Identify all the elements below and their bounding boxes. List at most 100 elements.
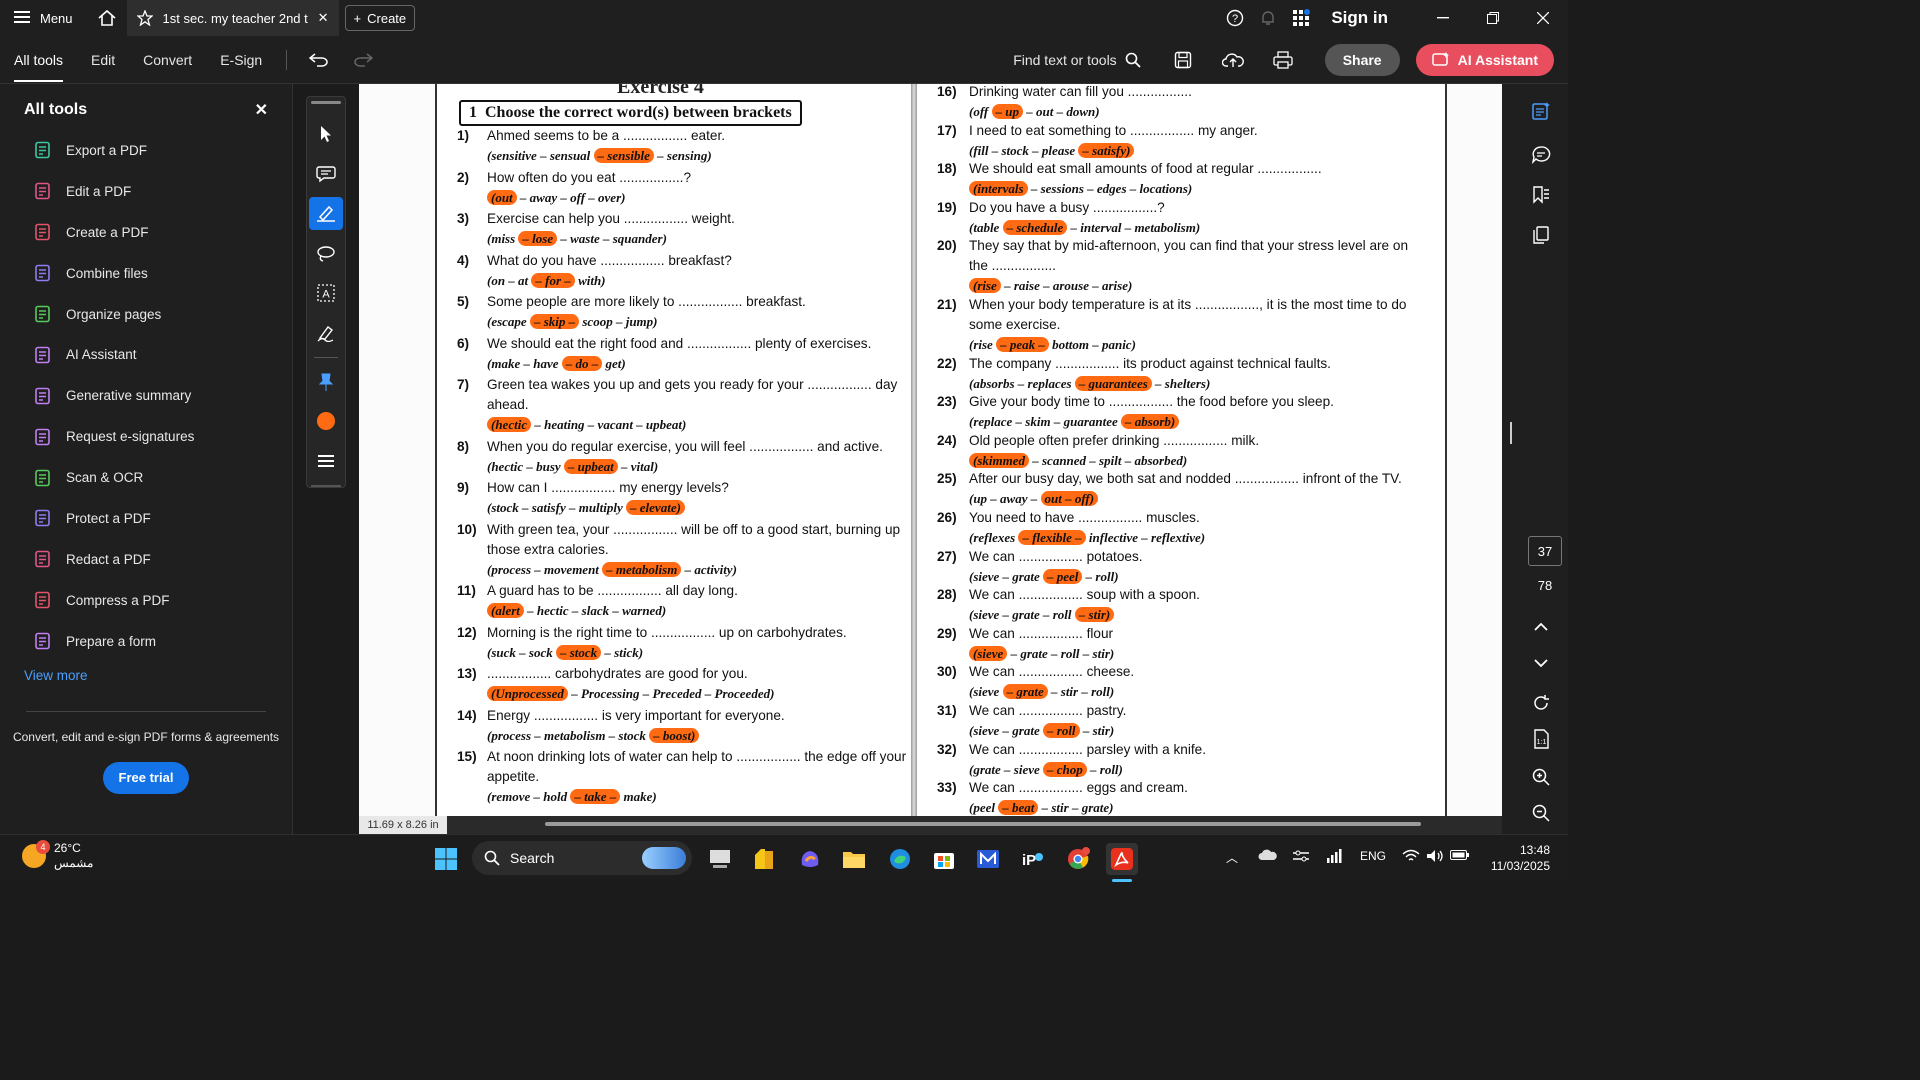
help-icon[interactable]: ? — [1218, 0, 1251, 36]
settings-sliders-icon[interactable] — [1292, 849, 1310, 866]
view-more-link[interactable]: View more — [0, 662, 292, 689]
page-down-icon[interactable] — [1526, 648, 1556, 678]
file-explorer-icon[interactable] — [838, 843, 870, 875]
weather-widget[interactable]: 4 26°C مشمس — [22, 840, 93, 871]
notes-app-icon[interactable] — [748, 843, 780, 875]
upload-cloud-icon[interactable] — [1211, 42, 1255, 78]
question-text-continued: the ................. — [969, 258, 1056, 274]
zoom-in-icon[interactable] — [1526, 762, 1556, 792]
question-text-continued: appetite. — [487, 769, 540, 784]
notification-bell-icon[interactable] — [1251, 0, 1284, 36]
lasso-draw-icon[interactable] — [309, 236, 343, 270]
select-cursor-icon[interactable] — [309, 117, 343, 151]
close-tab-icon[interactable]: ✕ — [318, 10, 329, 26]
menu-button[interactable]: Menu — [0, 0, 87, 36]
fit-page-icon[interactable]: 1:1 — [1526, 724, 1556, 754]
bookmarks-icon[interactable] — [1526, 180, 1556, 210]
undo-icon[interactable] — [297, 42, 341, 78]
toolbar-divider — [286, 49, 288, 70]
minimize-icon[interactable] — [1418, 0, 1468, 36]
remote-app-icon[interactable]: iP — [1016, 843, 1048, 875]
system-clock[interactable]: 13:48 11/03/2025 — [1491, 842, 1550, 874]
tool-item[interactable]: Compress a PDF — [0, 580, 292, 621]
page-spine — [911, 84, 917, 816]
redo-icon[interactable] — [341, 42, 385, 78]
comment-icon[interactable] — [309, 157, 343, 191]
tab-convert[interactable]: Convert — [129, 36, 206, 84]
vertical-scrollbar[interactable] — [1510, 422, 1512, 444]
tool-item[interactable]: AI Assistant — [0, 334, 292, 375]
pages-thumbnails-icon[interactable] — [1526, 220, 1556, 250]
tool-item[interactable]: Export a PDF — [0, 130, 292, 171]
question-text: You need to have ................. muscl… — [969, 510, 1200, 525]
ai-assistant-button[interactable]: AI Assistant — [1415, 43, 1554, 76]
more-options-icon[interactable] — [309, 444, 343, 478]
free-trial-button[interactable]: Free trial — [103, 761, 189, 794]
restore-icon[interactable] — [1468, 0, 1518, 36]
tab-edit[interactable]: Edit — [77, 36, 129, 84]
question-text-continued: those extra calories. — [487, 541, 609, 557]
highlighted-answer: – metabolism — [602, 561, 682, 577]
signal-bars-icon[interactable] — [1326, 849, 1342, 866]
sign-pen-icon[interactable] — [309, 316, 343, 350]
document-tab[interactable]: 1st sec. my teacher 2nd t... ✕ — [126, 0, 339, 36]
document-viewport[interactable]: Exercise 4 1 Choose the correct word(s) … — [359, 84, 1502, 816]
find-text-button[interactable]: Find text or tools — [1013, 52, 1155, 68]
chrome-browser-icon[interactable] — [1062, 843, 1094, 875]
acrobat-app-icon[interactable] — [1106, 843, 1138, 875]
taskbar-search[interactable]: Search — [472, 841, 692, 875]
color-swatch[interactable] — [309, 404, 343, 438]
tray-overflow-icon[interactable]: ︿ — [1226, 849, 1238, 866]
tool-item[interactable]: Organize pages — [0, 294, 292, 335]
edge-browser-icon[interactable] — [884, 843, 916, 875]
windows-start-icon[interactable] — [430, 843, 462, 875]
battery-icon[interactable] — [1450, 849, 1470, 864]
share-button[interactable]: Share — [1324, 43, 1400, 76]
zoom-out-icon[interactable] — [1526, 798, 1556, 828]
question-number: 18) — [937, 161, 957, 177]
option-text-before: (process – metabolism – stock — [487, 727, 650, 743]
save-icon[interactable] — [1161, 42, 1205, 78]
tool-item[interactable]: Protect a PDF — [0, 498, 292, 539]
option-text-before: (peel — [969, 800, 999, 816]
highlight-pen-icon[interactable] — [309, 196, 343, 231]
exercise-title: Exercise 4 — [617, 84, 704, 98]
strip-bottom-handle — [311, 485, 341, 487]
tool-item[interactable]: Redact a PDF — [0, 539, 292, 580]
refresh-icon[interactable] — [1526, 688, 1556, 718]
tool-item-label: Edit a PDF — [66, 183, 132, 199]
drag-handle[interactable] — [311, 101, 341, 104]
store-icon[interactable] — [928, 843, 960, 875]
onedrive-icon[interactable] — [1258, 849, 1278, 864]
home-button[interactable] — [87, 0, 127, 36]
tool-item[interactable]: Request e-signatures — [0, 416, 292, 457]
tool-item[interactable]: Prepare a form — [0, 621, 292, 662]
wifi-icon[interactable] — [1402, 849, 1420, 866]
volume-icon[interactable] — [1426, 849, 1444, 866]
page-up-icon[interactable] — [1526, 612, 1556, 642]
apps-grid-icon[interactable] — [1284, 0, 1317, 36]
copilot-icon[interactable] — [794, 843, 826, 875]
language-indicator[interactable]: ENG — [1360, 849, 1386, 863]
text-box-icon[interactable]: A — [309, 276, 343, 310]
tool-item[interactable]: Generative summary — [0, 375, 292, 416]
pin-icon[interactable] — [309, 365, 343, 399]
mail-app-icon[interactable] — [972, 843, 1004, 875]
horizontal-scrollbar[interactable] — [545, 822, 1421, 826]
sign-in-button[interactable]: Sign in — [1317, 8, 1418, 28]
tab-esign[interactable]: E-Sign — [206, 36, 276, 84]
tool-item[interactable]: Scan & OCR — [0, 457, 292, 498]
tab-all-tools[interactable]: All tools — [0, 36, 77, 84]
close-panel-icon[interactable]: ✕ — [255, 100, 268, 120]
ai-summary-icon[interactable] — [1526, 96, 1556, 126]
close-window-icon[interactable] — [1518, 0, 1568, 36]
create-button[interactable]: + Create — [344, 5, 416, 31]
temperature-label: 26°C — [54, 841, 81, 855]
tool-item[interactable]: Create a PDF — [0, 212, 292, 253]
tool-item[interactable]: Edit a PDF — [0, 171, 292, 212]
tool-item[interactable]: Combine files — [0, 253, 292, 294]
task-view-icon[interactable] — [704, 843, 736, 875]
print-icon[interactable] — [1261, 42, 1305, 78]
current-page-input[interactable]: 37 — [1528, 536, 1562, 566]
comments-icon[interactable] — [1526, 140, 1556, 170]
